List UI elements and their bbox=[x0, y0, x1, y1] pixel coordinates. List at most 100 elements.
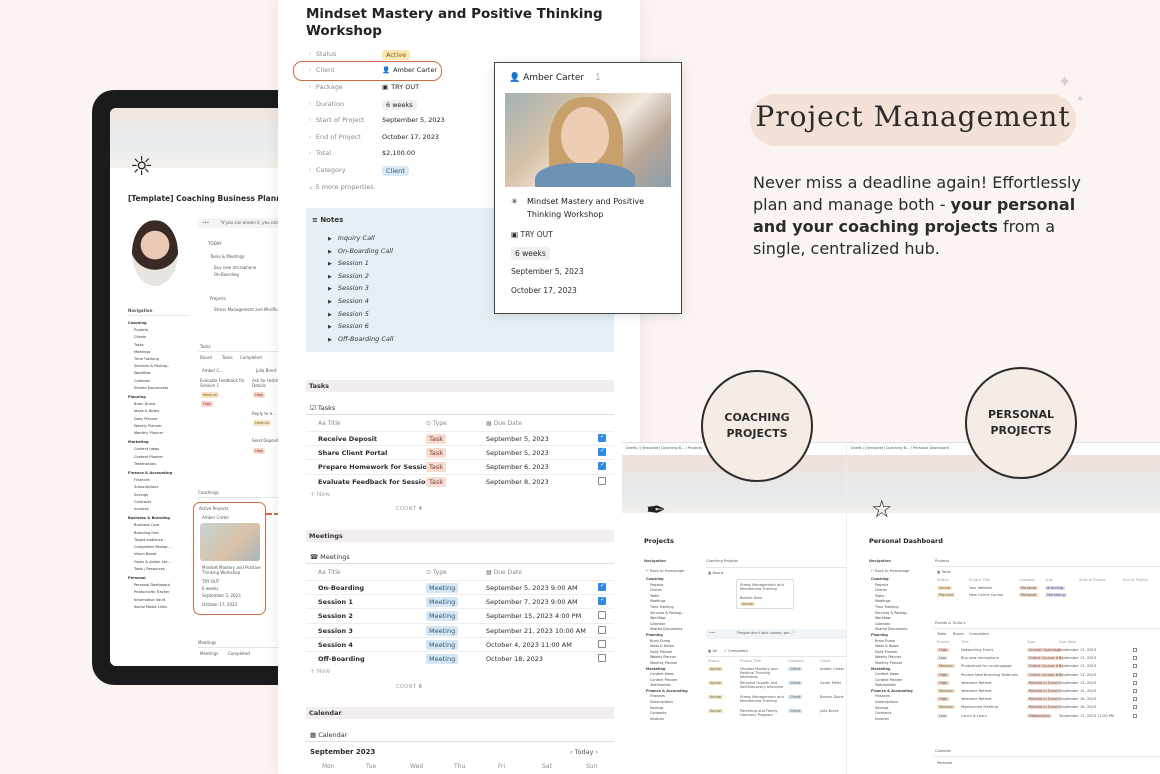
col-header[interactable]: Category bbox=[788, 659, 804, 663]
event-checkbox[interactable] bbox=[1133, 648, 1137, 652]
row-checkbox[interactable] bbox=[598, 596, 606, 606]
nav-item[interactable]: Calendar bbox=[128, 378, 194, 385]
toggle-item[interactable]: ▶ Session 1 bbox=[328, 259, 369, 267]
row-checkbox[interactable] bbox=[598, 461, 606, 471]
row-checkbox[interactable] bbox=[598, 447, 606, 457]
property-value[interactable]: Active bbox=[382, 50, 411, 60]
nav-item[interactable]: Finances bbox=[128, 477, 194, 484]
project-title[interactable]: Your Website bbox=[969, 586, 992, 590]
col-header[interactable]: Start of Project bbox=[1079, 578, 1106, 582]
tab-board[interactable]: Board bbox=[200, 355, 212, 360]
nav-item[interactable]: Business & Branding bbox=[128, 515, 194, 522]
tab-table[interactable]: Table bbox=[937, 632, 946, 636]
nav-item[interactable]: Tools / Resources bbox=[128, 566, 194, 573]
project-item[interactable]: Stress Management and Mindfu... bbox=[214, 307, 281, 312]
task-card-client[interactable]: Julia Brent bbox=[256, 368, 277, 373]
toggle-item[interactable]: ▶ Session 2 bbox=[328, 272, 369, 280]
tab-completed[interactable]: Completed bbox=[228, 651, 250, 656]
nav-item[interactable]: Content Planner bbox=[128, 454, 194, 461]
nav-item[interactable]: Goals & Action Ste... bbox=[128, 559, 194, 566]
nav-item[interactable]: Clients bbox=[128, 334, 194, 341]
more-properties[interactable]: ⌄ 5 more properties bbox=[308, 183, 374, 191]
toggle-item[interactable]: ▶ Session 3 bbox=[328, 284, 369, 292]
table-row[interactable]: Off-Boarding Meeting October 18, 2023 bbox=[306, 651, 614, 665]
row-checkbox[interactable] bbox=[598, 476, 606, 485]
table-row[interactable]: Prepare Homework for Session 1 Task Septem… bbox=[306, 459, 614, 473]
row-checkbox[interactable] bbox=[598, 654, 606, 662]
event-checkbox[interactable] bbox=[1133, 697, 1137, 702]
nav-item[interactable]: Tasks bbox=[128, 342, 194, 349]
board-card[interactable]: Stress Management and Mindfulness Traini… bbox=[736, 579, 794, 609]
table-row[interactable]: Share Client Portal Task September 5, 2023 bbox=[306, 445, 614, 459]
tab-personal[interactable]: Personal bbox=[937, 761, 952, 765]
tab-board[interactable]: Board bbox=[953, 632, 964, 636]
nav-item[interactable]: Ideas & Notes bbox=[128, 408, 194, 415]
row-checkbox[interactable] bbox=[598, 611, 606, 620]
todo-item[interactable]: On-Boarding bbox=[214, 272, 239, 277]
col-header[interactable]: Client bbox=[820, 659, 830, 663]
col-header[interactable]: Type bbox=[1027, 640, 1035, 644]
client-preview-card[interactable]: 👤 Amber Carter 1 ✳ Mindset Mastery and Po… bbox=[494, 62, 682, 314]
calendar-db-title[interactable]: ▦ Calendar bbox=[310, 731, 347, 739]
row-checkbox[interactable] bbox=[598, 639, 606, 648]
tasks-db-title[interactable]: ☑ Tasks bbox=[310, 404, 335, 412]
nav-item[interactable]: Contracts bbox=[128, 499, 194, 506]
nav-item[interactable]: Testimonials bbox=[128, 461, 194, 468]
nav-item[interactable]: Productivity Tracker bbox=[128, 589, 194, 596]
nav-item[interactable]: Savings bbox=[128, 492, 194, 499]
project-title[interactable]: Stress Management and Mindfulness Traini… bbox=[740, 695, 786, 703]
col-header[interactable]: Status bbox=[708, 659, 719, 663]
tab-all[interactable]: ▦ All bbox=[708, 649, 717, 653]
property-value[interactable]: Client bbox=[382, 166, 409, 176]
nav-item[interactable]: Workflow bbox=[128, 370, 194, 377]
row-checkbox[interactable] bbox=[598, 433, 606, 442]
nav-item[interactable]: Invoices bbox=[646, 717, 706, 723]
nav-item[interactable]: Weekly Planner bbox=[128, 423, 194, 430]
client-name[interactable]: Sarah Miller bbox=[820, 681, 841, 685]
nav-item[interactable]: Personal Dashboard bbox=[128, 582, 194, 589]
client-name[interactable]: Bonnie Davis bbox=[820, 695, 844, 699]
nav-item[interactable]: Vision Board bbox=[128, 551, 194, 558]
tab-meetings[interactable]: Meetings bbox=[200, 651, 218, 656]
breadcrumb[interactable]: Drafts / [Template] Coaching B... / Pers… bbox=[851, 446, 949, 450]
projects-label[interactable]: Projects bbox=[210, 296, 226, 301]
col-header-title[interactable]: Aa Title bbox=[318, 420, 341, 427]
nav-item[interactable]: Planning bbox=[128, 394, 194, 401]
table-row[interactable]: Receive Deposit Task September 5, 2023 bbox=[306, 431, 614, 445]
nav-item[interactable]: Social Media Links bbox=[128, 604, 194, 611]
active-project-card[interactable]: Active Projects Amber Carter Mindset Mas… bbox=[193, 502, 266, 615]
nav-item[interactable]: Projects bbox=[128, 327, 194, 334]
back-link[interactable]: ← Back to Homepage bbox=[871, 569, 909, 573]
col-header-title[interactable]: Aa Title bbox=[318, 569, 341, 576]
project-title[interactable]: New Online Course bbox=[969, 593, 1003, 597]
nav-item[interactable]: Meetings bbox=[128, 349, 194, 356]
col-header[interactable]: Title bbox=[961, 640, 969, 644]
nav-item[interactable]: Finance & Accounting bbox=[128, 470, 194, 477]
col-header[interactable]: Status bbox=[937, 578, 948, 582]
project-title[interactable]: Mindset Mastery and Positive Thinking Wo… bbox=[740, 667, 786, 679]
col-header[interactable]: Project Title bbox=[740, 659, 761, 663]
project-title[interactable]: Parenting and Family Harmony Program bbox=[740, 709, 786, 717]
breadcrumb[interactable]: Drafts / [Template] Coaching B... / Proj… bbox=[626, 446, 702, 450]
event-title[interactable]: Weekend Retreat bbox=[961, 697, 992, 701]
event-title[interactable]: Review New Branding Materials bbox=[961, 673, 1018, 677]
nav-item[interactable]: Invoices bbox=[128, 506, 194, 513]
project-title[interactable]: Personal Growth and Self-Discovery Inten… bbox=[740, 681, 786, 689]
tab-table[interactable]: ▦ Table bbox=[937, 570, 951, 574]
col-header-due[interactable]: ▦ Due Date bbox=[486, 569, 522, 576]
col-header[interactable]: Due Date bbox=[1059, 640, 1076, 644]
toggle-item[interactable]: ▶ On-Boarding Call bbox=[328, 247, 393, 255]
table-row[interactable]: Session 4 Meeting October 4, 2023 11:00 AM bbox=[306, 636, 614, 651]
event-checkbox[interactable] bbox=[1133, 689, 1137, 693]
task-card-title[interactable]: Reply to e... bbox=[252, 411, 276, 416]
property-value[interactable]: $2,100.00 bbox=[382, 149, 415, 157]
event-checkbox[interactable] bbox=[1133, 664, 1137, 669]
nav-item[interactable]: Content Ideas bbox=[128, 446, 194, 453]
nav-item[interactable]: Coaching bbox=[128, 320, 194, 327]
col-header[interactable]: End of Project bbox=[1123, 578, 1148, 582]
property-value[interactable]: 6 weeks bbox=[382, 100, 417, 110]
back-link[interactable]: ← Back to Homepage bbox=[646, 569, 684, 573]
event-title[interactable]: Photoshoot for Landingpage bbox=[961, 664, 1012, 668]
nav-item[interactable]: Time Tracking bbox=[128, 356, 194, 363]
toggle-item[interactable]: ▶ Off-Boarding Call bbox=[328, 335, 393, 343]
